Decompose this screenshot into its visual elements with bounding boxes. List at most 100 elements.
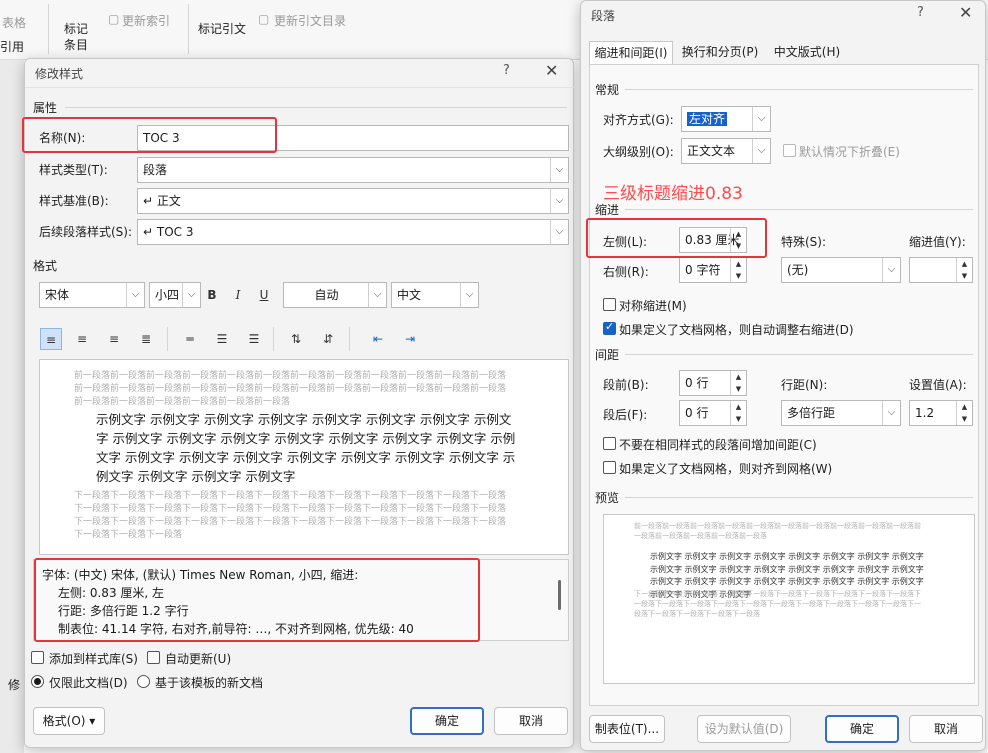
cancel-button[interactable]: 取消 bbox=[494, 707, 568, 735]
space-after-spinner[interactable]: 0 行 ▲ ▼ bbox=[679, 400, 747, 426]
preview-previous-paragraph: 前一段落前一段落前一段落前一段落前一段落前一段落前一段落前一段落前一段落前一段落… bbox=[74, 371, 507, 407]
special-indent-label: 特殊(S): bbox=[781, 235, 827, 249]
increase-indent-icon[interactable]: ⇥ bbox=[399, 328, 421, 350]
chevron-down-icon: ⌵ bbox=[550, 189, 568, 213]
spinner-arrows[interactable]: ▲ ▼ bbox=[730, 371, 746, 395]
ribbon-separator bbox=[48, 4, 49, 54]
tab-line-page-breaks[interactable]: 换行和分页(P) bbox=[677, 41, 763, 65]
preview-sample-text: 示例文字 示例文字 示例文字 示例文字 示例文字 示例文字 示例文字 示例文字 … bbox=[96, 412, 516, 484]
special-indent-dropdown[interactable]: (无) ⌵ bbox=[781, 257, 901, 283]
font-color-dropdown[interactable]: 自动 ⌵ bbox=[283, 282, 387, 308]
justify-icon[interactable]: ≣ bbox=[135, 328, 157, 350]
help-icon[interactable]: ? bbox=[503, 63, 510, 78]
cancel-button[interactable]: 取消 bbox=[909, 715, 983, 743]
space-before-icon[interactable]: ⇅ bbox=[285, 328, 307, 350]
tab-indents-spacing[interactable]: 缩进和间距(I) bbox=[589, 41, 673, 65]
mark-entry-line1[interactable]: 标记 bbox=[64, 20, 88, 37]
spinner-arrows[interactable]: ▲ ▼ bbox=[730, 258, 746, 282]
section-divider bbox=[625, 209, 973, 210]
document-left-margin: 修 bbox=[0, 60, 24, 753]
align-left-icon[interactable]: ≡ bbox=[40, 328, 62, 350]
right-indent-spinner[interactable]: 0 字符 ▲ ▼ bbox=[679, 257, 747, 283]
outline-level-label: 大纲级别(O): bbox=[603, 145, 674, 159]
update-index-button[interactable]: 更新索引 bbox=[122, 12, 170, 29]
double-spacing-icon[interactable]: ☰ bbox=[243, 328, 265, 350]
ok-button[interactable]: 确定 bbox=[825, 715, 899, 743]
only-this-document-radio[interactable] bbox=[31, 675, 44, 688]
ribbon-label-citation[interactable]: 引用 bbox=[0, 38, 24, 55]
chevron-down-icon: ⌵ bbox=[126, 283, 144, 307]
space-before-label: 段前(B): bbox=[603, 378, 649, 392]
align-center-icon[interactable]: ≡ bbox=[71, 328, 93, 350]
space-after-icon[interactable]: ⇵ bbox=[317, 328, 339, 350]
description-scrollbar[interactable] bbox=[558, 580, 561, 610]
section-divider bbox=[625, 89, 973, 90]
space-before-spinner[interactable]: 0 行 ▲ ▼ bbox=[679, 370, 747, 396]
modify-style-dialog: 修改样式 ? ✕ 属性 名称(N): TOC 3 样式类型(T): 段落 ⌵ 样式… bbox=[24, 58, 575, 748]
bold-button[interactable]: B bbox=[201, 284, 223, 306]
align-right-icon[interactable]: ≡ bbox=[103, 328, 125, 350]
single-spacing-icon[interactable]: ═ bbox=[179, 328, 201, 350]
size-dropdown[interactable]: 小四 ⌵ bbox=[149, 282, 201, 308]
font-dropdown[interactable]: 宋体 ⌵ bbox=[39, 282, 145, 308]
highlight-left-indent bbox=[586, 218, 767, 258]
new-documents-template-label: 基于该模板的新文档 bbox=[155, 676, 264, 690]
close-icon[interactable]: ✕ bbox=[545, 61, 558, 80]
collapse-default-checkbox[interactable] bbox=[783, 144, 796, 157]
spinner-arrows[interactable]: ▲ ▼ bbox=[730, 401, 746, 425]
highlight-description bbox=[34, 558, 480, 642]
underline-button[interactable]: U bbox=[253, 284, 275, 306]
alignment-dropdown[interactable]: 左对齐 ⌵ bbox=[681, 106, 771, 132]
spacing-section-label: 间距 bbox=[595, 348, 620, 362]
based-on-dropdown[interactable]: ↵ 正文 ⌵ bbox=[137, 188, 569, 214]
chevron-down-icon: ⌵ bbox=[368, 283, 386, 307]
set-default-button[interactable]: 设为默认值(D) bbox=[697, 715, 791, 743]
style-type-value: 段落 bbox=[143, 163, 168, 177]
based-on-value: ↵ 正文 bbox=[143, 194, 181, 208]
chevron-down-icon: ⌵ bbox=[752, 139, 770, 163]
mark-entry-line2[interactable]: 条目 bbox=[64, 36, 88, 53]
size-value: 小四 bbox=[155, 288, 180, 302]
chevron-down-icon: ⌵ bbox=[882, 401, 900, 425]
script-dropdown[interactable]: 中文 ⌵ bbox=[391, 282, 479, 308]
toolbar-separator bbox=[167, 327, 168, 351]
new-documents-template-radio[interactable] bbox=[137, 675, 150, 688]
chevron-down-icon: ⌵ bbox=[182, 283, 200, 307]
space-after-value: 0 行 bbox=[685, 406, 709, 420]
style-type-label: 样式类型(T): bbox=[39, 163, 108, 177]
ok-button[interactable]: 确定 bbox=[410, 707, 484, 735]
snap-to-grid-checkbox[interactable] bbox=[603, 461, 616, 474]
format-menu-button[interactable]: 格式(O) ▾ bbox=[33, 707, 105, 735]
decrease-indent-icon[interactable]: ⇤ bbox=[367, 328, 389, 350]
italic-button[interactable]: I bbox=[227, 284, 249, 306]
paragraph-preview: 前一段落前一段落前一段落前一段落前一段落前一段落前一段落前一段落前一段落前一段落… bbox=[603, 514, 975, 684]
next-style-dropdown[interactable]: ↵ TOC 3 ⌵ bbox=[137, 219, 569, 245]
line-spacing-value: 多倍行距 bbox=[787, 406, 836, 420]
auto-update-checkbox[interactable] bbox=[147, 651, 160, 664]
outline-level-dropdown[interactable]: 正文文本 ⌵ bbox=[681, 138, 771, 164]
add-to-gallery-checkbox[interactable] bbox=[31, 651, 44, 664]
spacing-at-spinner[interactable]: 1.2 ▲ ▼ bbox=[909, 400, 973, 426]
indent-by-spinner[interactable]: ▲ ▼ bbox=[909, 257, 973, 283]
mark-citation-button[interactable]: 标记引文 bbox=[198, 20, 246, 37]
auto-update-label: 自动更新(U) bbox=[165, 652, 232, 666]
update-citation-table-button[interactable]: 更新引文目录 bbox=[274, 12, 346, 29]
help-icon[interactable]: ? bbox=[917, 5, 924, 20]
right-indent-label: 右侧(R): bbox=[603, 265, 649, 279]
spinner-arrows[interactable]: ▲ ▼ bbox=[956, 258, 972, 282]
no-space-same-style-label: 不要在相同样式的段落间增加间距(C) bbox=[619, 438, 817, 452]
auto-adjust-right-checkbox[interactable] bbox=[603, 320, 616, 335]
spacing-at-label: 设置值(A): bbox=[909, 378, 967, 392]
no-space-same-style-checkbox[interactable] bbox=[603, 437, 616, 450]
preview-previous-paragraph: 前一段落前一段落前一段落前一段落前一段落前一段落前一段落前一段落前一段落前一段落… bbox=[634, 522, 921, 540]
line-spacing-dropdown[interactable]: 多倍行距 ⌵ bbox=[781, 400, 901, 426]
one-half-spacing-icon[interactable]: ☰ bbox=[211, 328, 233, 350]
tab-chinese-typography[interactable]: 中文版式(H) bbox=[767, 41, 847, 65]
mirror-indents-checkbox[interactable] bbox=[603, 298, 616, 311]
style-type-dropdown[interactable]: 段落 ⌵ bbox=[137, 157, 569, 183]
next-style-label: 后续段落样式(S): bbox=[39, 225, 133, 239]
spinner-arrows[interactable]: ▲ ▼ bbox=[956, 401, 972, 425]
close-icon[interactable]: ✕ bbox=[959, 3, 972, 22]
only-this-document-label: 仅限此文档(D) bbox=[49, 676, 128, 690]
tabs-button[interactable]: 制表位(T)... bbox=[589, 715, 665, 743]
